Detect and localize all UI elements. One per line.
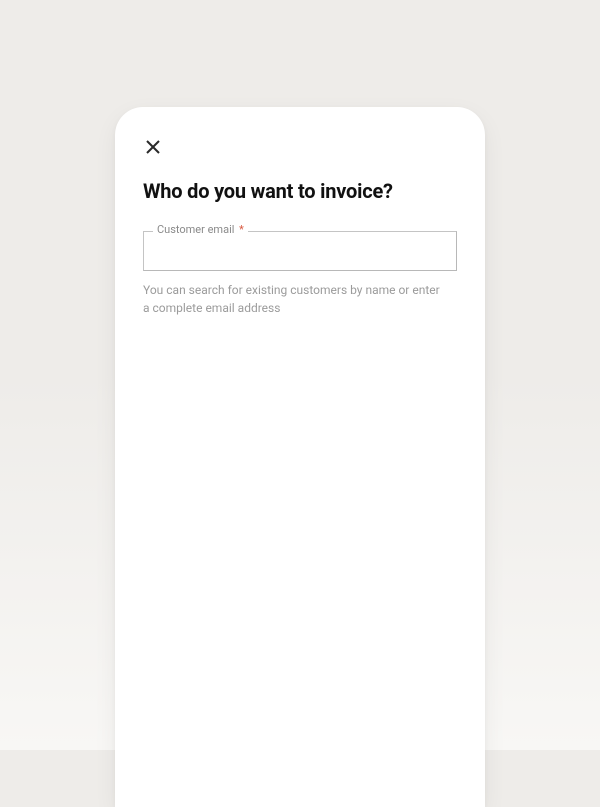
customer-email-helper: You can search for existing customers by… xyxy=(143,281,443,317)
invoice-modal: Who do you want to invoice? Customer ema… xyxy=(115,107,485,807)
close-icon xyxy=(145,139,161,159)
customer-email-field-wrap: Customer email * xyxy=(143,231,457,271)
label-text: Customer email xyxy=(157,223,234,236)
customer-email-label: Customer email * xyxy=(153,223,248,237)
close-button[interactable] xyxy=(141,137,165,161)
required-marker: * xyxy=(239,223,244,236)
customer-email-input[interactable] xyxy=(143,231,457,271)
modal-title: Who do you want to invoice? xyxy=(143,179,457,203)
